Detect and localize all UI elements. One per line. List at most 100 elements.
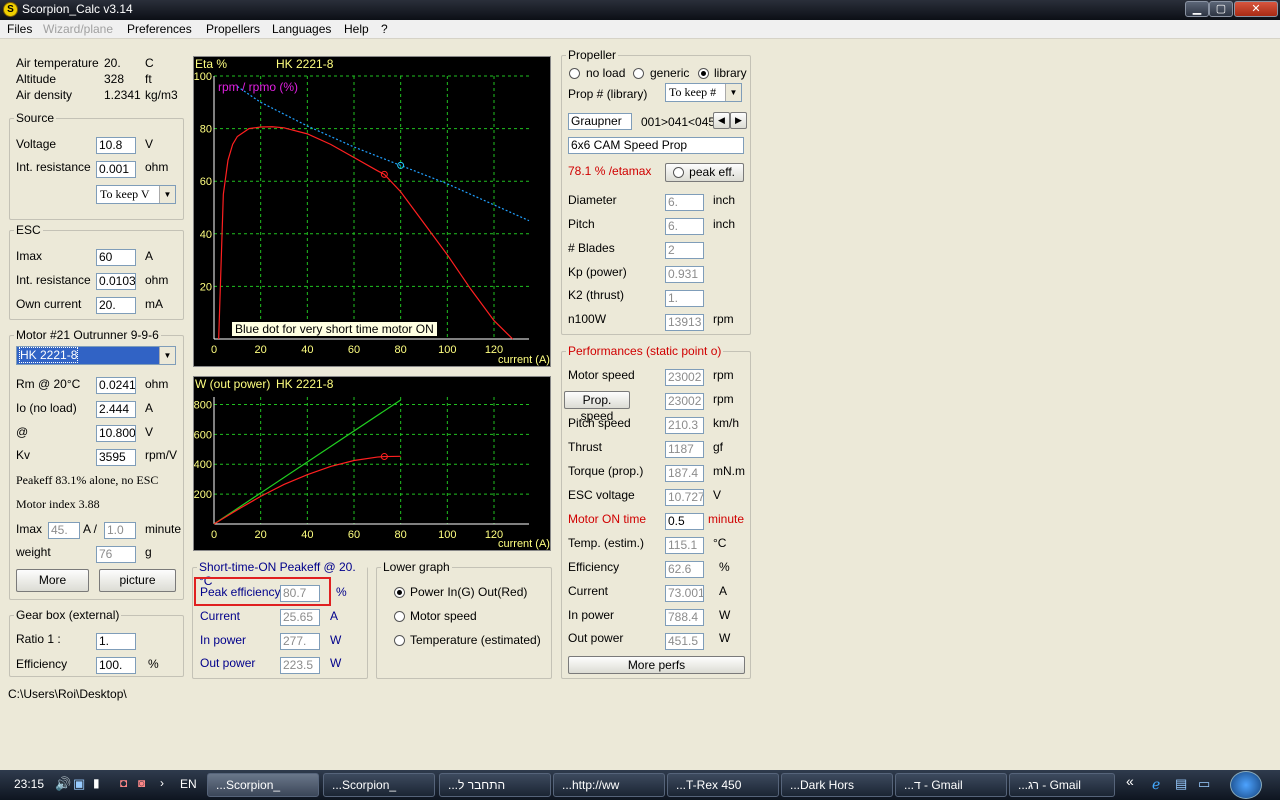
st-outpower-field[interactable]: 223.5 [280, 657, 320, 674]
network-icon[interactable]: ▣ [73, 776, 85, 792]
more-perfs-button[interactable]: More perfs [568, 656, 745, 674]
clock[interactable]: 23:15 [14, 777, 44, 791]
kv-field[interactable]: 3595 [96, 449, 136, 466]
at-voltage-field[interactable]: 10.800 [96, 425, 136, 442]
task-http[interactable]: ...http://ww [553, 773, 665, 797]
prop-speed-button[interactable]: Prop. speed [564, 391, 630, 423]
esc-own-current-field[interactable]: 20. [96, 297, 136, 314]
prev-prop-icon[interactable]: ◀ [713, 112, 730, 129]
quicklaunch-icon[interactable]: ▤ [1175, 776, 1187, 792]
perf-inpower-field[interactable]: 788.4 [665, 609, 704, 626]
more-button[interactable]: More [16, 569, 89, 592]
motor-select[interactable]: HK 2221-8 ▼ [16, 346, 176, 365]
close-button[interactable]: ✕ [1234, 1, 1278, 17]
task-gmail-1[interactable]: ...ד - Gmail [895, 773, 1007, 797]
st-current-field[interactable]: 25.65 [280, 609, 320, 626]
menu-wizard-plane[interactable]: Wizard/plane [43, 22, 113, 36]
motor-speed-field[interactable]: 23002 [665, 369, 704, 386]
esc-resistance-field[interactable]: 0.0103 [96, 273, 136, 290]
st-inpower-unit: W [330, 633, 342, 647]
radio-no-load[interactable] [569, 68, 580, 79]
perf-outpower-field[interactable]: 451.5 [665, 633, 704, 650]
prop-index-text: 001>041<045 [641, 115, 716, 129]
task-scorpion-1[interactable]: ...Scorpion_ [207, 773, 319, 797]
language-indicator[interactable]: EN [180, 777, 197, 791]
prop-mode-select[interactable]: To keep # ▼ [665, 83, 742, 102]
chevron-icon[interactable]: « [1126, 773, 1134, 789]
peak-eff-button[interactable]: peak eff. [665, 163, 744, 182]
chevron-down-icon[interactable]: ▼ [725, 84, 741, 101]
thrust-field[interactable]: 1187 [665, 441, 704, 458]
tray-app2-icon[interactable]: ◙ [138, 776, 145, 790]
menu-preferences[interactable]: Preferences [127, 22, 192, 36]
motor-on-time-field[interactable]: 0.5 [665, 513, 704, 530]
n100w-field[interactable]: 13913 [665, 314, 704, 331]
radio-power[interactable] [394, 587, 405, 598]
scorpion-app-icon[interactable]: S [3, 2, 18, 17]
voltage-field[interactable]: 10.8 [96, 137, 136, 154]
menu-languages[interactable]: Languages [272, 22, 331, 36]
picture-button[interactable]: picture [99, 569, 176, 592]
menu-question[interactable]: ? [381, 22, 388, 36]
radio-library-label[interactable]: library [714, 66, 747, 80]
battery-icon[interactable]: ▮ [93, 776, 100, 790]
diameter-field[interactable]: 6. [665, 194, 704, 211]
radio-generic[interactable] [633, 68, 644, 79]
prop-speed-field[interactable]: 23002 [665, 393, 704, 410]
perf-efficiency-field[interactable]: 62.6 [665, 561, 704, 578]
menu-help[interactable]: Help [344, 22, 369, 36]
radio-power-label[interactable]: Power In(G) Out(Red) [410, 585, 527, 599]
tray-expand-icon[interactable]: › [160, 776, 164, 790]
source-mode-select[interactable]: To keep V ▼ [96, 185, 176, 204]
show-desktop-icon[interactable]: ▭ [1198, 776, 1210, 792]
menu-propellers[interactable]: Propellers [206, 22, 260, 36]
gear-ratio-field[interactable]: 1. [96, 633, 136, 650]
chevron-down-icon[interactable]: ▼ [159, 347, 175, 364]
pitch-field[interactable]: 6. [665, 218, 704, 235]
task-trex[interactable]: ...T-Rex 450 [667, 773, 779, 797]
temp-field[interactable]: 115.1 [665, 537, 704, 554]
pitch-speed-field[interactable]: 210.3 [665, 417, 704, 434]
prop-maker-field[interactable]: Graupner [568, 113, 632, 130]
k2-field[interactable]: 1. [665, 290, 704, 307]
blades-field[interactable]: 2 [665, 242, 704, 259]
ie-icon[interactable]: ℯ [1152, 776, 1160, 793]
torque-field[interactable]: 187.4 [665, 465, 704, 482]
peak-efficiency-field[interactable]: 80.7 [280, 585, 320, 602]
task-connect[interactable]: ...התחבר ל [439, 773, 551, 797]
radio-library[interactable] [698, 68, 709, 79]
radio-generic-label[interactable]: generic [650, 66, 689, 80]
peak-eff-radio[interactable] [673, 167, 684, 178]
esc-imax-field[interactable]: 60 [96, 249, 136, 266]
prop-name-field[interactable]: 6x6 CAM Speed Prop [568, 137, 744, 154]
power-chart-svg: 0 20 40 60 80 100 120800600400200 [194, 397, 529, 541]
start-orb-icon[interactable] [1230, 771, 1262, 799]
chevron-down-icon[interactable]: ▼ [159, 186, 175, 203]
rm-field[interactable]: 0.0241 [96, 377, 136, 394]
perf-current-field[interactable]: 73.001 [665, 585, 704, 602]
radio-temperature-label[interactable]: Temperature (estimated) [410, 633, 541, 647]
radio-no-load-label[interactable]: no load [586, 66, 625, 80]
maximize-button[interactable]: ▢ [1209, 1, 1233, 17]
motor-imax-field[interactable]: 45. [48, 522, 80, 539]
motor-imax-time-field[interactable]: 1.0 [104, 522, 136, 539]
esc-voltage-field[interactable]: 10.727 [665, 489, 704, 506]
task-gmail-2[interactable]: ...רג - Gmail [1009, 773, 1115, 797]
menu-files[interactable]: Files [7, 22, 32, 36]
radio-temperature[interactable] [394, 635, 405, 646]
minimize-button[interactable]: ▁ [1185, 1, 1209, 17]
source-resistance-field[interactable]: 0.001 [96, 161, 136, 178]
volume-icon[interactable]: 🔊 [55, 776, 71, 792]
radio-motor-speed-label[interactable]: Motor speed [410, 609, 477, 623]
tray-app-icon[interactable]: ◘ [120, 776, 127, 790]
task-scorpion-2[interactable]: ...Scorpion_ [323, 773, 435, 797]
next-prop-icon[interactable]: ▶ [730, 112, 747, 129]
chart-lower-xlabel: current (A) [498, 538, 550, 550]
gear-efficiency-field[interactable]: 100. [96, 657, 136, 674]
io-field[interactable]: 2.444 [96, 401, 136, 418]
task-dark-horse[interactable]: ...Dark Hors [781, 773, 893, 797]
weight-field[interactable]: 76 [96, 546, 136, 563]
kp-field[interactable]: 0.931 [665, 266, 704, 283]
radio-motor-speed[interactable] [394, 611, 405, 622]
st-inpower-field[interactable]: 277. [280, 633, 320, 650]
